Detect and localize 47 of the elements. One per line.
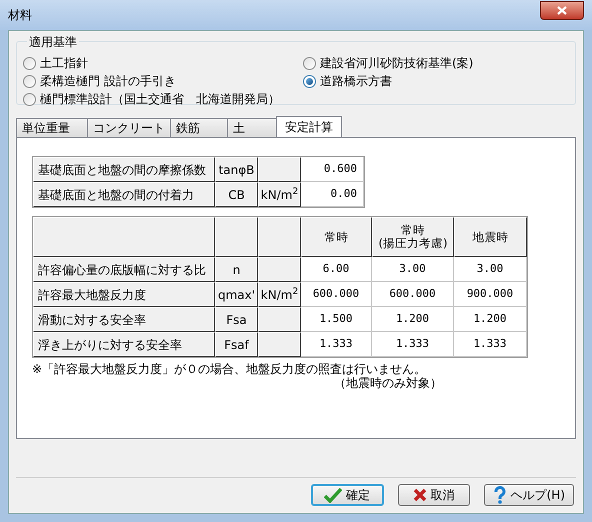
radio-label: 樋門標準設計（国土交通省 北海道開発局） (40, 91, 280, 108)
column-header: 地震時 (454, 217, 527, 257)
value-cell[interactable]: 1.500 (301, 307, 372, 332)
symbol-cell: CB (215, 182, 258, 207)
value-cell[interactable]: 1.200 (372, 307, 454, 332)
value-cell[interactable]: 0.600 (301, 157, 364, 182)
radio-label: 土工指針 (40, 55, 88, 72)
symbol-cell: Fsa (215, 307, 258, 332)
row-header: 浮き上がりに対する安全率 (33, 332, 215, 357)
value-cell[interactable]: 600.000 (372, 282, 454, 307)
tab[interactable]: 土 (227, 118, 277, 137)
column-header: 常時 (揚圧力考慮) (372, 217, 454, 257)
tab[interactable]: 単位重量 (16, 118, 88, 137)
value-cell[interactable]: 1.333 (372, 332, 454, 357)
symbol-cell: n (215, 257, 258, 282)
cancel-button[interactable]: 取消 (398, 484, 470, 506)
value-cell[interactable]: 0.00 (301, 182, 364, 207)
unit-cell: kN/m$^{2}$ (258, 282, 301, 307)
row-header: 許容偏心量の底版幅に対する比 (33, 257, 215, 282)
symbol-cell: qmax' (215, 282, 258, 307)
tab[interactable]: コンクリート (87, 118, 171, 137)
ok-button[interactable]: 確定 (310, 484, 384, 506)
row-header: 許容最大地盤反力度 (33, 282, 215, 307)
value-cell[interactable]: 900.000 (454, 282, 527, 307)
value-cell[interactable]: 6.00 (301, 257, 372, 282)
tab[interactable]: 安定計算 (276, 116, 342, 137)
row-header: 滑動に対する安全率 (33, 307, 215, 332)
radio-label: 柔構造樋門 設計の手引き (40, 73, 176, 90)
symbol-cell: Fsaf (215, 332, 258, 357)
value-cell[interactable]: 1.333 (454, 332, 527, 357)
value-cell[interactable]: 600.000 (301, 282, 372, 307)
note-text: ※「許容最大地盤反力度」が０の場合、地盤反力度の照査は行いません。 (32, 362, 428, 376)
column-header: 常時 (301, 217, 372, 257)
row-header: 基礎底面と地盤の間の付着力 (33, 182, 215, 207)
unit-cell: kN/m$^{2}$ (258, 182, 301, 207)
value-cell[interactable]: 1.333 (301, 332, 372, 357)
radio-label: 道路橋示方書 (320, 73, 392, 90)
value-cell[interactable]: 3.00 (454, 257, 527, 282)
tab[interactable]: 鉄筋 (170, 118, 228, 137)
note-text: （地震時のみ対象） (334, 376, 442, 390)
symbol-cell: tanφB (215, 157, 258, 182)
value-cell[interactable]: 3.00 (372, 257, 454, 282)
value-cell[interactable]: 1.200 (454, 307, 527, 332)
help-button[interactable]: ヘルプ(H) (484, 484, 574, 506)
radio-label: 建設省河川砂防技術基準(案) (320, 55, 474, 72)
window-title: 材料 (8, 7, 32, 24)
row-header: 基礎底面と地盤の間の摩擦係数 (33, 157, 215, 182)
